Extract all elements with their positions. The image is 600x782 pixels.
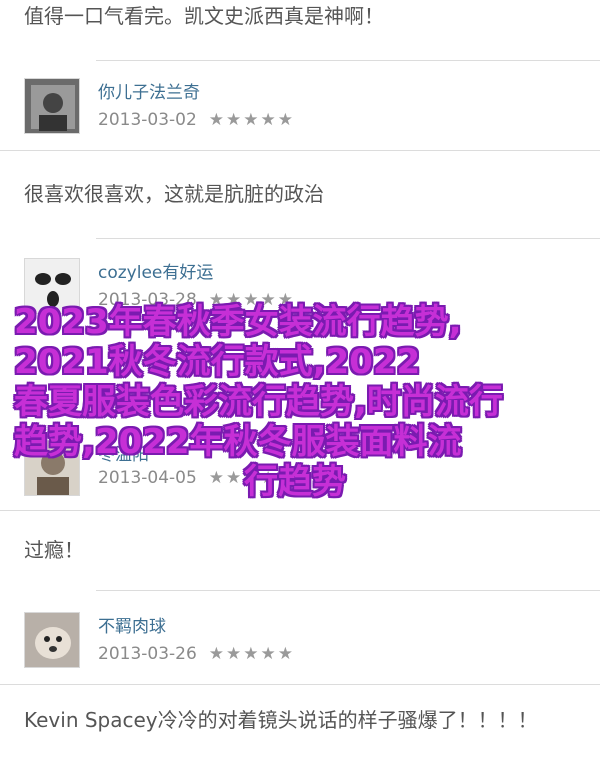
rating-stars: ★★★★★ [208,644,295,664]
overlay-line: 行趋势 [244,462,346,502]
overlay-line: 趋势,2022年秋冬服装面料流 [14,422,462,462]
avatar[interactable] [24,78,80,134]
avatar-dog-icon [25,613,79,667]
divider [96,590,600,591]
comment-text-2: 很喜欢很喜欢，这就是肮脏的政治 [24,182,324,206]
username[interactable]: 不羁肉球 [98,612,166,637]
review-date: 2013-03-02 [98,110,197,130]
divider [0,510,600,511]
username[interactable]: 你儿子法兰奇 [98,78,200,103]
divider [0,150,600,151]
review-date-row: 2013-03-26 ★★★★★ [98,644,295,664]
review-date-row: 2013-03-02 ★★★★★ [98,110,295,130]
overlay-headline: 2023年春秋季女装流行趋势, 2021秋冬流行款式,2022 春夏服装色彩流行… [0,302,600,502]
divider [0,684,600,685]
comment-text-3: 过瘾！ [24,538,84,562]
divider [96,238,600,239]
comment-text-1: 值得一口气看完。凯文史派西真是神啊！ [24,4,384,28]
avatar[interactable] [24,612,80,668]
username[interactable]: cozylee有好运 [98,258,213,283]
review-date: 2013-03-26 [98,644,197,664]
overlay-line: 2021秋冬流行款式,2022 [14,342,421,382]
rating-stars: ★★★★★ [208,110,295,130]
overlay-line: 春夏服装色彩流行趋势,时尚流行 [14,382,503,422]
overlay-line: 2023年春秋季女装流行趋势, [14,302,462,342]
divider [96,60,600,61]
comment-text-4: Kevin Spacey冷冷的对着镜头说话的样子骚爆了！！！！ [24,708,538,732]
avatar-photo-icon [25,79,79,133]
